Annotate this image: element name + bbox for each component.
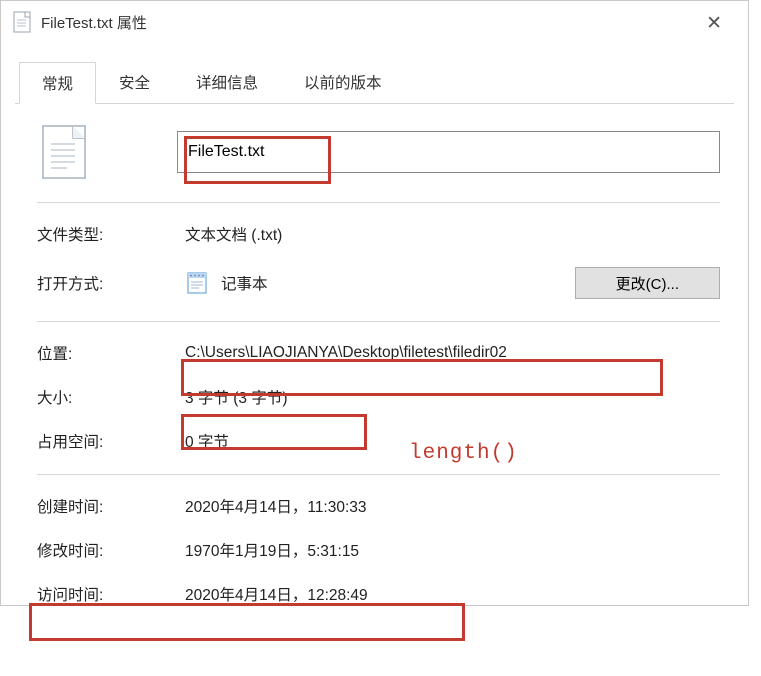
window-title: FileTest.txt 属性 [41,12,692,33]
value-filetype: 文本文档 (.txt) [185,223,720,245]
value-location: C:\Users\LIAOJIANYA\Desktop\filetest\fil… [185,344,720,362]
close-icon[interactable]: ✕ [692,6,736,39]
tab-previous-versions[interactable]: 以前的版本 [281,61,405,103]
label-size: 大小: [37,386,185,408]
label-filetype: 文件类型: [37,223,185,245]
highlight-modified [29,603,465,641]
annotation-length: length() [409,442,518,465]
value-size: 3 字节 (3 字节) [185,386,720,408]
document-icon [13,11,31,33]
change-button[interactable]: 更改(C)... [575,267,720,299]
notepad-icon [185,270,211,296]
label-location: 位置: [37,342,185,364]
label-created: 创建时间: [37,495,185,517]
file-large-icon [37,124,177,180]
properties-window: FileTest.txt 属性 ✕ 常规 安全 详细信息 以前的版本 [0,0,749,606]
openwith-app: 记事本 [221,272,268,294]
general-panel: 文件类型: 文本文档 (.txt) 打开方式: [1,104,748,605]
titlebar: FileTest.txt 属性 ✕ [1,1,748,43]
tab-security[interactable]: 安全 [96,61,173,103]
tab-strip: 常规 安全 详细信息 以前的版本 [1,43,748,103]
tab-general[interactable]: 常规 [19,62,96,104]
value-created: 2020年4月14日，11:30:33 [185,495,720,517]
filename-input[interactable] [177,131,720,173]
value-openwith: 记事本 [185,270,555,296]
tab-details[interactable]: 详细信息 [173,61,281,103]
label-modified: 修改时间: [37,539,185,561]
label-ondisk: 占用空间: [37,430,185,452]
value-modified: 1970年1月19日，5:31:15 [185,539,720,561]
label-accessed: 访问时间: [37,583,185,605]
value-accessed: 2020年4月14日，12:28:49 [185,583,720,605]
label-openwith: 打开方式: [37,272,185,294]
